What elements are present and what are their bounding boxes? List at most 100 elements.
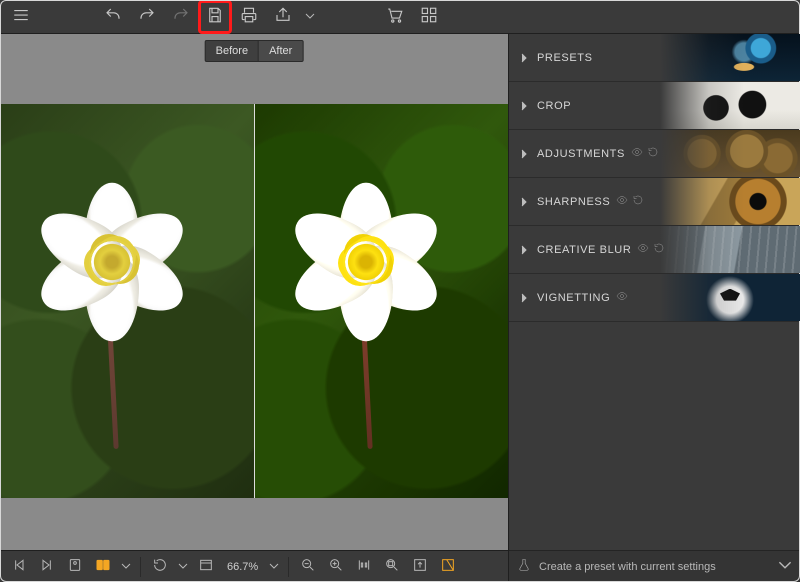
cart-button[interactable] [380, 2, 410, 32]
next-image-button[interactable] [34, 554, 60, 580]
next-image-icon [39, 557, 55, 576]
chevron-right-icon [517, 51, 531, 65]
panel-thumbnail [660, 34, 800, 81]
panel-thumbnail [660, 130, 800, 177]
batch-grid-icon [420, 6, 438, 27]
main-area: Before After [0, 34, 800, 582]
print-button[interactable] [234, 2, 264, 32]
share-dropdown[interactable] [302, 4, 318, 30]
chevron-down-icon [178, 560, 188, 574]
panel-creative-blur[interactable]: CREATIVE BLUR [509, 226, 800, 274]
visibility-icon[interactable] [631, 146, 643, 161]
before-image [0, 104, 254, 498]
panel-thumbnail [660, 178, 800, 225]
reset-icon[interactable] [632, 194, 644, 209]
after-label: After [258, 41, 302, 61]
redo-button[interactable] [132, 2, 162, 32]
single-view-icon [67, 557, 83, 576]
chevron-right-icon [517, 243, 531, 257]
rotate-button[interactable] [147, 554, 173, 580]
actual-size-button[interactable] [351, 554, 377, 580]
panel-label: PRESETS [537, 52, 593, 64]
panel-crop[interactable]: CROP [509, 82, 800, 130]
right-panel: PRESETS CROP ADJUSTMENTS SHARPNESS [508, 34, 800, 582]
share-icon [274, 6, 292, 27]
fit-screen-icon [198, 557, 214, 576]
chevron-right-icon [517, 291, 531, 305]
undo-button[interactable] [98, 2, 128, 32]
create-preset-button[interactable]: Create a preset with current settings [509, 550, 800, 582]
chevron-right-icon [517, 99, 531, 113]
print-icon [240, 6, 258, 27]
rotate-icon [152, 557, 168, 576]
chevron-right-icon [517, 195, 531, 209]
visibility-icon[interactable] [616, 290, 628, 305]
chevron-down-icon [121, 560, 131, 574]
menu-icon [12, 6, 30, 27]
after-pane[interactable] [254, 104, 509, 498]
undo-icon [104, 6, 122, 27]
rotate-dropdown[interactable] [175, 554, 191, 580]
compare-split [0, 104, 508, 498]
panel-label: SHARPNESS [537, 196, 610, 208]
save-button[interactable] [200, 2, 230, 32]
panel-thumbnail [660, 226, 800, 273]
panel-label: ADJUSTMENTS [537, 148, 625, 160]
compare-view-button[interactable] [90, 554, 116, 580]
create-preset-label: Create a preset with current settings [539, 561, 716, 573]
panel-label: CROP [537, 100, 571, 112]
actual-size-icon [356, 557, 372, 576]
fit-screen-button[interactable] [193, 554, 219, 580]
panel-sharpness[interactable]: SHARPNESS [509, 178, 800, 226]
panel-vignetting[interactable]: VIGNETTING [509, 274, 800, 322]
panel-thumbnail [660, 82, 800, 129]
reset-icon[interactable] [647, 146, 659, 161]
save-result-icon [440, 557, 456, 576]
export-icon [412, 557, 428, 576]
single-view-button[interactable] [62, 554, 88, 580]
before-after-badge: Before After [205, 40, 304, 62]
zoom-in-button[interactable] [323, 554, 349, 580]
top-toolbar [0, 0, 800, 34]
export-button[interactable] [407, 554, 433, 580]
zoom-out-icon [300, 557, 316, 576]
navigator-button[interactable] [379, 554, 405, 580]
panel-label: VIGNETTING [537, 292, 610, 304]
chevron-down-icon [778, 558, 792, 575]
canvas-area[interactable]: Before After [0, 34, 508, 550]
share-button[interactable] [268, 2, 298, 32]
zoom-out-button[interactable] [295, 554, 321, 580]
batch-grid-button[interactable] [414, 2, 444, 32]
save-icon [206, 6, 224, 27]
compare-view-icon [95, 557, 111, 576]
first-image-button[interactable] [6, 554, 32, 580]
bottom-toolbar: 66.7% [0, 550, 508, 582]
panel-adjustments[interactable]: ADJUSTMENTS [509, 130, 800, 178]
accordion: PRESETS CROP ADJUSTMENTS SHARPNESS [509, 34, 800, 550]
redo-forward-icon [172, 6, 190, 27]
redo-icon [138, 6, 156, 27]
zoom-in-icon [328, 557, 344, 576]
zoom-dropdown[interactable] [266, 554, 282, 580]
before-pane[interactable] [0, 104, 254, 498]
zoom-readout: 66.7% [221, 561, 264, 573]
menu-button[interactable] [6, 2, 36, 32]
first-image-icon [11, 557, 27, 576]
chevron-down-icon [269, 560, 279, 574]
chevron-right-icon [517, 147, 531, 161]
chevron-down-icon [305, 10, 315, 24]
reset-icon[interactable] [653, 242, 665, 257]
panel-presets[interactable]: PRESETS [509, 34, 800, 82]
navigator-icon [384, 557, 400, 576]
after-image [255, 104, 509, 498]
panel-label: CREATIVE BLUR [537, 244, 631, 256]
redo-forward-button[interactable] [166, 2, 196, 32]
visibility-icon[interactable] [637, 242, 649, 257]
save-result-button[interactable] [435, 554, 461, 580]
visibility-icon[interactable] [616, 194, 628, 209]
before-label: Before [206, 41, 258, 61]
flask-icon [517, 558, 531, 575]
panel-thumbnail [660, 274, 800, 321]
cart-icon [386, 6, 404, 27]
view-mode-dropdown[interactable] [118, 554, 134, 580]
